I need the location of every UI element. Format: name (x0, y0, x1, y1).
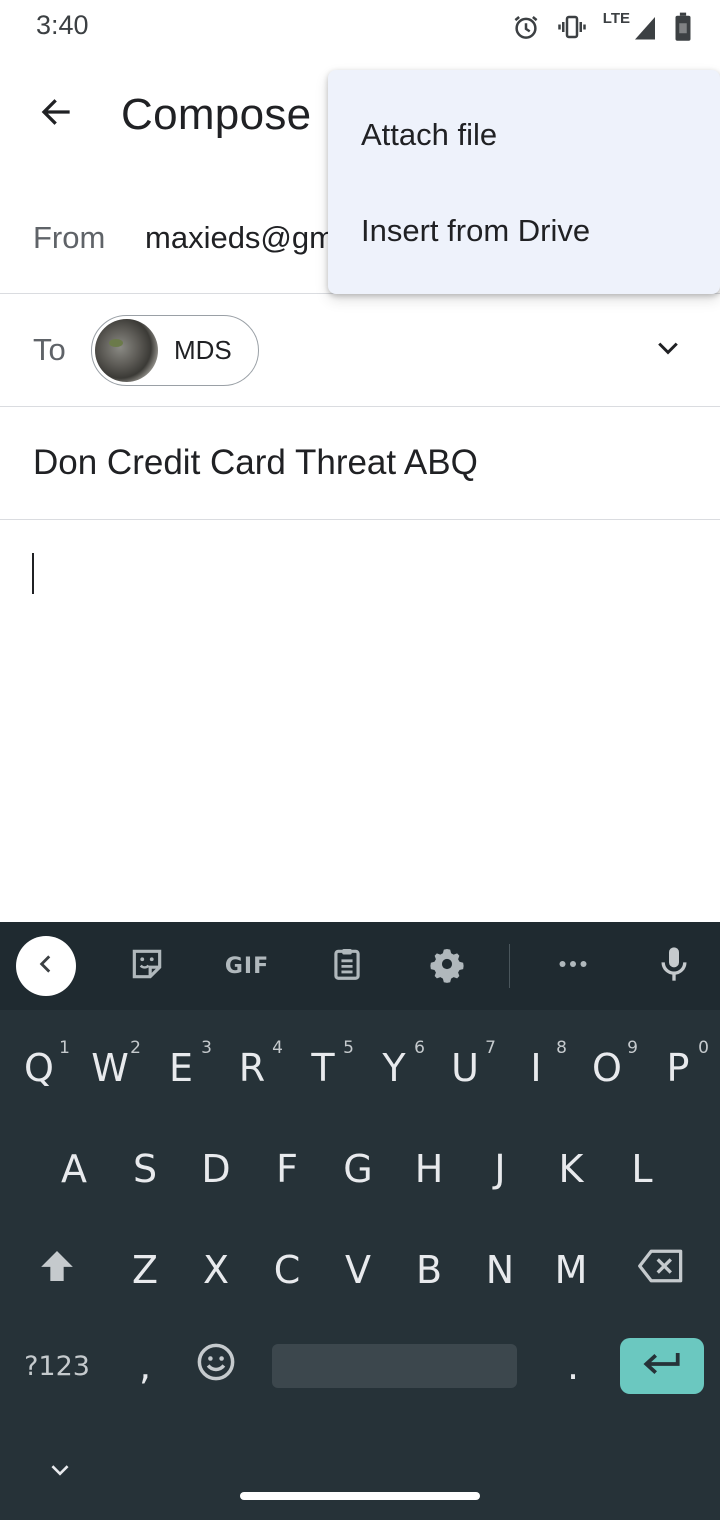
mic-icon (654, 944, 694, 989)
key-j[interactable]: J (469, 1125, 531, 1213)
subject-row: Don Credit Card Threat ABQ (0, 407, 720, 520)
key-hint: 5 (343, 1038, 354, 1058)
recipient-chip[interactable]: MDS (91, 315, 259, 386)
key-hint: 0 (698, 1038, 709, 1058)
battery-icon (674, 12, 692, 42)
menu-item-insert-from-drive[interactable]: Insert from Drive (328, 183, 720, 279)
lte-label: LTE (602, 10, 630, 27)
soft-keyboard: GIF Q1 W2 E3 R4 T5 Y6 U7 I8 O9 P 0 A S D… (0, 922, 720, 1520)
hide-keyboard-button[interactable] (36, 1452, 84, 1492)
toolbar-collapse-button[interactable] (16, 936, 76, 996)
back-button[interactable] (26, 84, 86, 144)
from-account-selector[interactable]: maxieds@gm (145, 220, 345, 256)
vibrate-icon (557, 12, 587, 42)
attach-menu: Attach file Insert from Drive (328, 70, 720, 294)
sticker-button[interactable] (117, 936, 177, 996)
key-c[interactable]: C (256, 1226, 318, 1314)
key-n[interactable]: N (469, 1226, 531, 1314)
key-d[interactable]: D (185, 1125, 247, 1213)
chevron-down-icon (47, 1457, 73, 1488)
chevron-down-icon (653, 333, 683, 368)
key-v[interactable]: V (327, 1226, 389, 1314)
key-x[interactable]: X (185, 1226, 247, 1314)
key-t[interactable]: T5 (292, 1024, 354, 1112)
shift-key[interactable] (26, 1226, 88, 1314)
toolbar-divider (509, 944, 510, 988)
avatar (95, 319, 158, 382)
menu-item-attach-file[interactable]: Attach file (328, 87, 720, 183)
expand-recipients-button[interactable] (646, 328, 690, 372)
key-s[interactable]: S (114, 1125, 176, 1213)
sticker-icon (128, 945, 166, 988)
status-bar: 3:40 LTE (0, 0, 720, 54)
key-p[interactable]: P0 (647, 1024, 709, 1112)
key-hint: 6 (414, 1038, 425, 1058)
key-k[interactable]: K (540, 1125, 602, 1213)
backspace-key[interactable] (630, 1226, 692, 1314)
key-b[interactable]: B (398, 1226, 460, 1314)
network-indicator: LTE (602, 10, 658, 42)
voice-input-button[interactable] (644, 936, 704, 996)
key-a[interactable]: A (43, 1125, 105, 1213)
period-key[interactable]: . (542, 1322, 604, 1410)
key-h[interactable]: H (398, 1125, 460, 1213)
clipboard-button[interactable] (317, 936, 377, 996)
gif-icon: GIF (224, 953, 270, 979)
text-caret (32, 553, 34, 594)
key-z[interactable]: Z (114, 1226, 176, 1314)
to-row: To MDS (0, 294, 720, 407)
symbols-key[interactable]: ?123 (16, 1322, 98, 1410)
chevron-left-icon (33, 951, 59, 982)
recipient-name: MDS (174, 335, 232, 365)
gif-button[interactable]: GIF (217, 936, 277, 996)
backspace-icon (638, 1248, 684, 1293)
page-title: Compose (121, 90, 312, 139)
arrow-back-icon (38, 94, 74, 135)
key-q[interactable]: Q1 (8, 1024, 70, 1112)
subject-field[interactable]: Don Credit Card Threat ABQ (33, 443, 478, 483)
key-hint: 4 (272, 1038, 283, 1058)
key-o[interactable]: O9 (576, 1024, 638, 1112)
key-f[interactable]: F (256, 1125, 318, 1213)
settings-button[interactable] (417, 936, 477, 996)
from-label: From (33, 220, 106, 255)
key-l[interactable]: L (611, 1125, 673, 1213)
space-bar[interactable] (272, 1344, 517, 1388)
key-hint: 9 (627, 1038, 638, 1058)
key-e[interactable]: E3 (150, 1024, 212, 1112)
shift-icon (37, 1246, 77, 1295)
status-icons: LTE (511, 10, 692, 44)
signal-icon (632, 12, 658, 42)
clipboard-icon (328, 945, 366, 988)
key-r[interactable]: R4 (221, 1024, 283, 1112)
key-hint: 3 (201, 1038, 212, 1058)
alarm-icon (511, 12, 541, 42)
key-y[interactable]: Y6 (363, 1024, 425, 1112)
key-i[interactable]: I8 (505, 1024, 567, 1112)
key-w[interactable]: W2 (79, 1024, 141, 1112)
emoji-key[interactable] (185, 1322, 247, 1410)
enter-icon (640, 1349, 684, 1384)
home-indicator[interactable] (240, 1492, 480, 1500)
enter-key[interactable] (620, 1338, 704, 1394)
key-hint: 8 (556, 1038, 567, 1058)
emoji-icon (195, 1341, 237, 1392)
compose-body-field[interactable] (0, 520, 720, 922)
comma-key[interactable]: , (114, 1322, 176, 1410)
to-label: To (33, 332, 66, 367)
more-options-button[interactable] (543, 936, 603, 996)
key-hint: 2 (130, 1038, 141, 1058)
status-time: 3:40 (36, 10, 89, 40)
key-m[interactable]: M (540, 1226, 602, 1314)
key-g[interactable]: G (327, 1125, 389, 1213)
key-hint: 1 (59, 1038, 70, 1058)
gear-icon (428, 945, 466, 988)
keyboard-toolbar: GIF (0, 922, 720, 1010)
key-u[interactable]: U7 (434, 1024, 496, 1112)
more-horiz-icon (555, 946, 591, 987)
key-hint: 7 (485, 1038, 496, 1058)
